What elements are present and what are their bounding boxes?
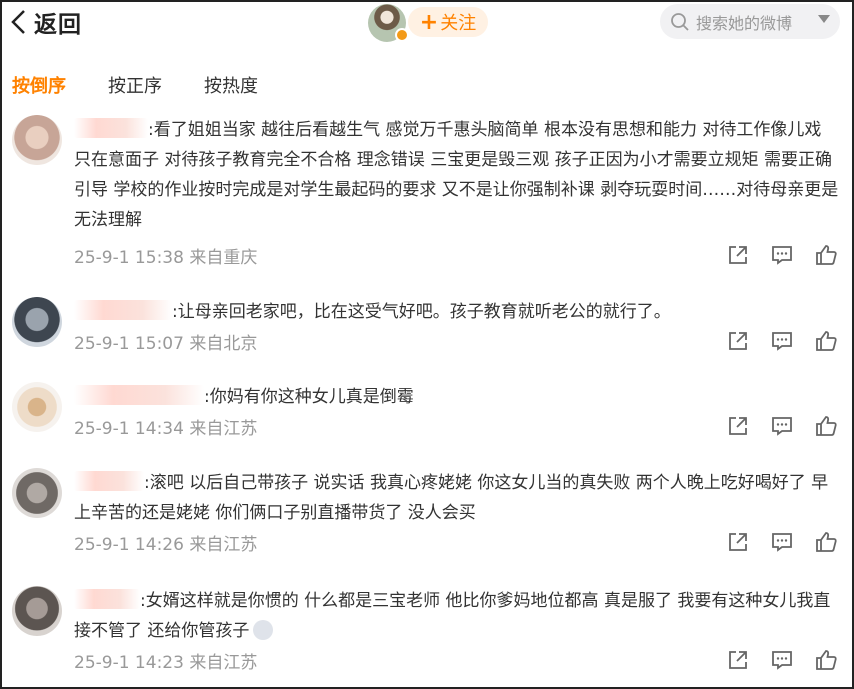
like-icon[interactable] — [814, 530, 838, 554]
comment-actions — [726, 414, 838, 438]
emoji-icon — [253, 620, 274, 640]
comment-time: 25-9-1 15:38 — [74, 248, 184, 268]
comment-location: 来自江苏 — [189, 535, 258, 555]
comment-text: :看了姐姐当家 越往后看越生气 感觉万千惠头脑简单 根本没有思想和能力 对待工作… — [74, 115, 842, 235]
tab-reverse-order[interactable]: 按倒序 — [12, 72, 66, 98]
comment-time: 25-9-1 15:07 — [74, 334, 184, 354]
search-placeholder: 搜索她的微博 — [696, 13, 793, 33]
comment-actions — [726, 329, 838, 353]
share-icon[interactable] — [726, 648, 750, 672]
username-blurred[interactable] — [74, 300, 172, 320]
comment-text: :你妈有你这种女儿真是倒霉 — [74, 382, 842, 412]
comment-text: :让母亲回老家吧，比在这受气好吧。孩子教育就听老公的就行了。 — [74, 297, 842, 327]
dropdown-caret-icon[interactable] — [818, 15, 830, 23]
verified-badge-icon — [395, 28, 409, 42]
top-bar: 返回 + 关注 搜索她的微博 — [2, 2, 852, 42]
comment-icon[interactable] — [770, 329, 794, 353]
comment-meta: 25-9-1 14:34 来自江苏 — [74, 414, 257, 439]
username-blurred[interactable] — [74, 118, 148, 138]
comment-body: :看了姐姐当家 越往后看越生气 感觉万千惠头脑简单 根本没有思想和能力 对待工作… — [74, 120, 839, 230]
comment-icon[interactable] — [770, 530, 794, 554]
comment-text: :女婿这样就是你惯的 什么都是三宝老师 他比你爹妈地位都高 真是服了 我要有这种… — [74, 586, 842, 646]
comment-item: :看了姐姐当家 越往后看越生气 感觉万千惠头脑简单 根本没有思想和能力 对待工作… — [12, 115, 842, 275]
like-icon[interactable] — [814, 329, 838, 353]
comment-meta: 25-9-1 14:26 来自江苏 — [74, 530, 257, 555]
comment-icon[interactable] — [770, 648, 794, 672]
comment-item: :女婿这样就是你惯的 什么都是三宝老师 他比你爹妈地位都高 真是服了 我要有这种… — [12, 586, 842, 681]
comment-icon[interactable] — [770, 243, 794, 267]
search-icon — [671, 12, 689, 31]
comment-body: :滚吧 以后自己带孩子 说实话 我真心疼姥姥 你这女儿当的真失败 两个人晚上吃好… — [74, 473, 829, 523]
comment-item: :让母亲回老家吧，比在这受气好吧。孩子教育就听老公的就行了。 25-9-1 15… — [12, 297, 842, 357]
comment-meta: 25-9-1 15:07 来自北京 — [74, 329, 257, 354]
comment-item: :滚吧 以后自己带孩子 说实话 我真心疼姥姥 你这女儿当的真失败 两个人晚上吃好… — [12, 468, 842, 563]
comment-time: 25-9-1 14:26 — [74, 535, 184, 555]
avatar[interactable] — [12, 115, 62, 165]
share-icon[interactable] — [726, 243, 750, 267]
comment-location: 来自江苏 — [189, 653, 258, 673]
comment-meta: 25-9-1 15:38 来自重庆 — [74, 243, 257, 268]
back-label: 返回 — [34, 12, 82, 38]
comment-item: :你妈有你这种女儿真是倒霉 25-9-1 14:34 来自江苏 — [12, 382, 842, 442]
username-blurred[interactable] — [74, 385, 204, 405]
sort-tabs: 按倒序 按正序 按热度 — [12, 72, 300, 98]
back-chevron-icon — [11, 10, 25, 34]
avatar[interactable] — [12, 586, 62, 636]
follow-label: 关注 — [440, 13, 477, 34]
comment-location: 来自北京 — [189, 334, 258, 354]
username-blurred[interactable] — [74, 589, 140, 609]
plus-icon: + — [419, 9, 439, 35]
like-icon[interactable] — [814, 243, 838, 267]
comment-icon[interactable] — [770, 414, 794, 438]
search-box[interactable]: 搜索她的微博 — [660, 4, 840, 39]
back-button[interactable]: 返回 — [10, 6, 82, 38]
share-icon[interactable] — [726, 329, 750, 353]
comment-body: :你妈有你这种女儿真是倒霉 — [204, 387, 414, 407]
avatar[interactable] — [12, 297, 62, 347]
follow-button[interactable]: + 关注 — [408, 7, 488, 37]
comment-time: 25-9-1 14:34 — [74, 419, 184, 439]
comment-actions — [726, 648, 838, 672]
username-blurred[interactable] — [74, 471, 144, 491]
comment-body: :女婿这样就是你惯的 什么都是三宝老师 他比你爹妈地位都高 真是服了 我要有这种… — [74, 591, 831, 641]
tab-by-popularity[interactable]: 按热度 — [204, 72, 258, 98]
share-icon[interactable] — [726, 414, 750, 438]
comment-time: 25-9-1 14:23 — [74, 653, 184, 673]
comment-body: :让母亲回老家吧，比在这受气好吧。孩子教育就听老公的就行了。 — [172, 302, 671, 322]
comment-location: 来自江苏 — [189, 419, 258, 439]
tab-forward-order[interactable]: 按正序 — [108, 72, 162, 98]
comment-text: :滚吧 以后自己带孩子 说实话 我真心疼姥姥 你这女儿当的真失败 两个人晚上吃好… — [74, 468, 842, 528]
comment-location: 来自重庆 — [189, 248, 258, 268]
avatar[interactable] — [12, 468, 62, 518]
share-icon[interactable] — [726, 530, 750, 554]
like-icon[interactable] — [814, 648, 838, 672]
comment-meta: 25-9-1 14:23 来自江苏 — [74, 648, 257, 673]
comment-actions — [726, 243, 838, 267]
comment-actions — [726, 530, 838, 554]
like-icon[interactable] — [814, 414, 838, 438]
avatar[interactable] — [12, 382, 62, 432]
